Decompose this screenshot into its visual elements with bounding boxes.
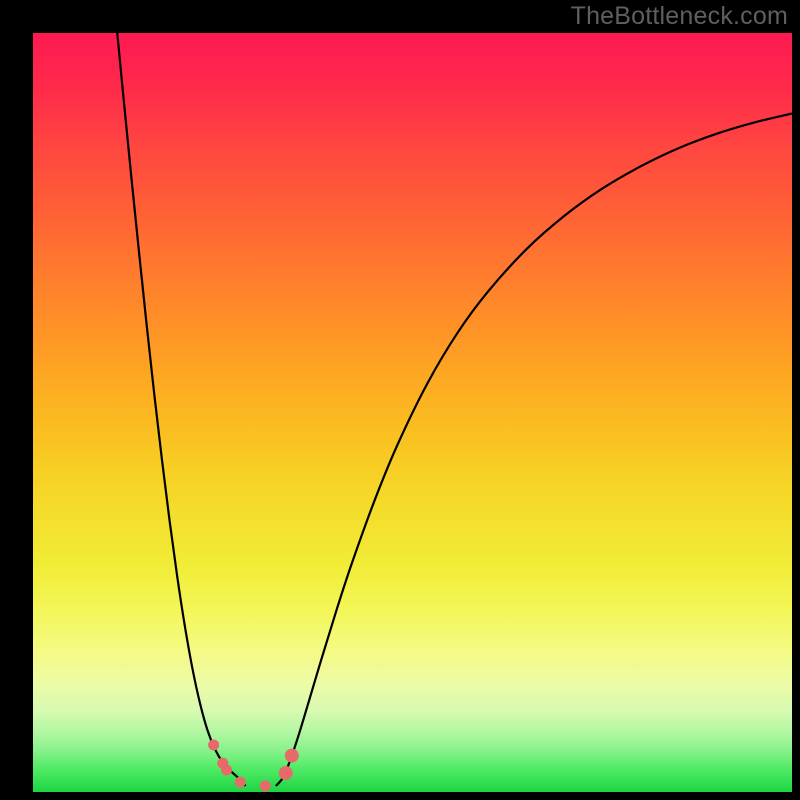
data-marker <box>235 777 246 788</box>
data-marker <box>279 766 293 780</box>
data-marker <box>208 739 219 750</box>
data-marker <box>221 764 232 775</box>
plot-area <box>33 33 792 792</box>
data-marker <box>285 749 299 763</box>
data-marker <box>260 780 271 791</box>
watermark-text: TheBottleneck.com <box>571 2 788 31</box>
chart-svg <box>33 33 792 792</box>
chart-frame: TheBottleneck.com <box>0 0 800 800</box>
